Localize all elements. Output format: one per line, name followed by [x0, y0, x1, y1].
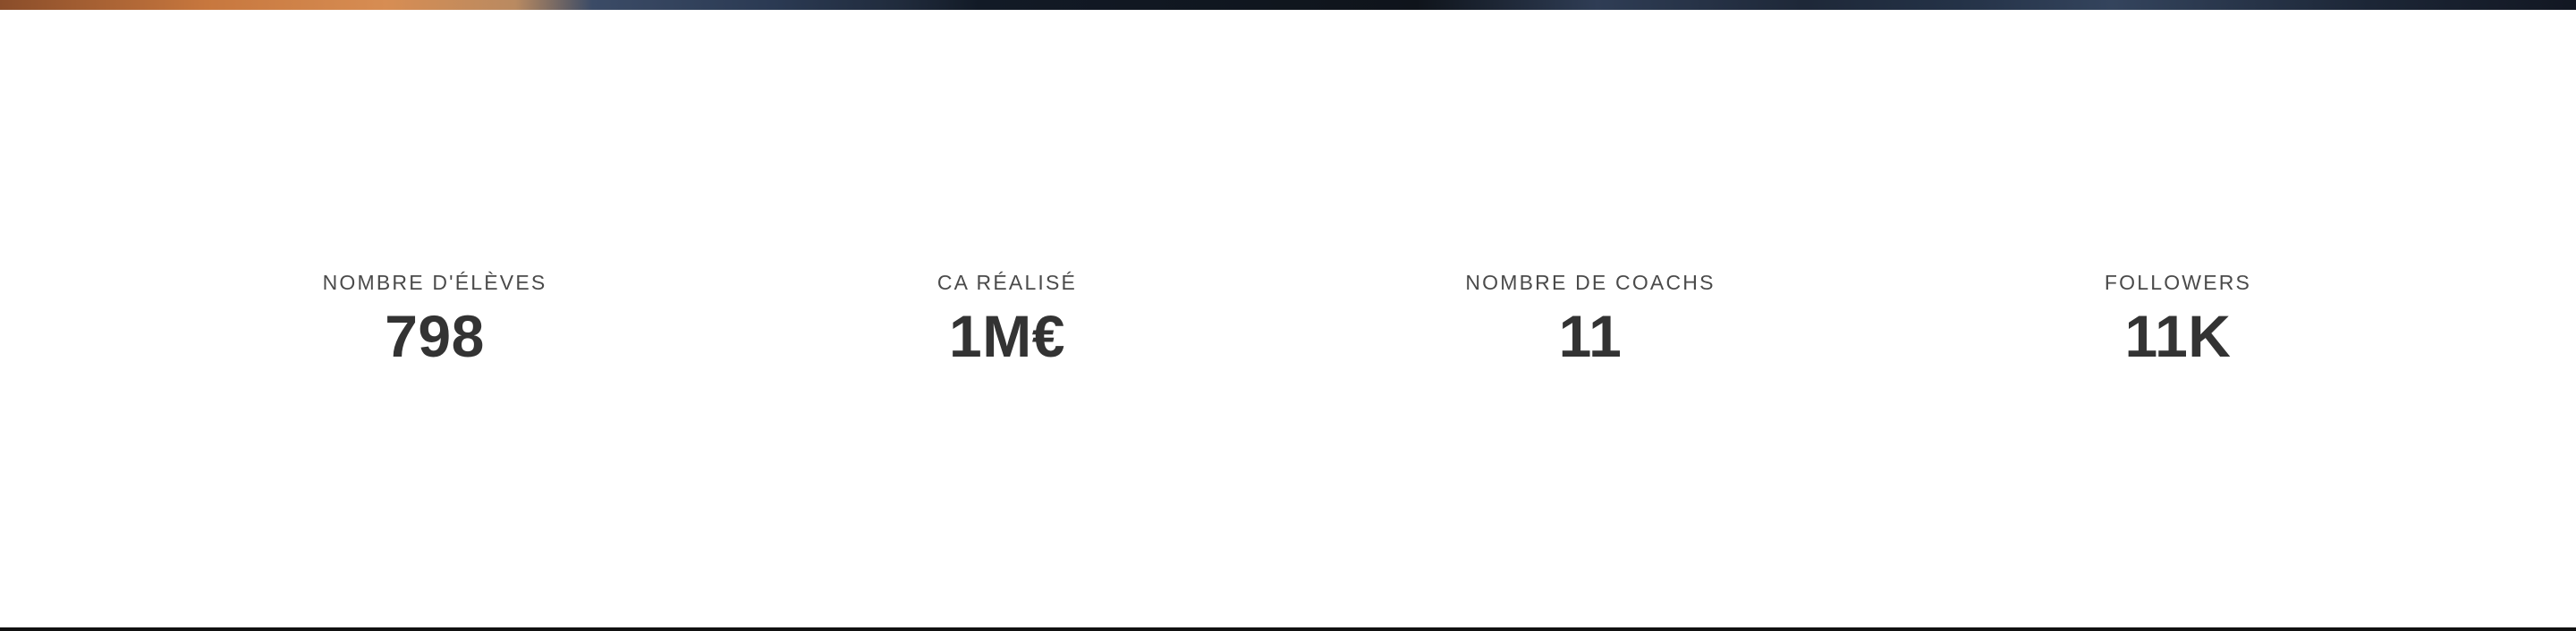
stat-label: FOLLOWERS [2104, 271, 2252, 294]
page: NOMBRE D'ÉLÈVES 798 CA RÉALISÉ 1M€ NOMBR… [0, 0, 2576, 631]
stat-students: NOMBRE D'ÉLÈVES 798 [247, 270, 623, 368]
stat-label: NOMBRE DE COACHS [1465, 271, 1716, 294]
stat-value: 11 [1558, 303, 1623, 369]
stat-coaches: NOMBRE DE COACHS 11 [1402, 270, 1778, 368]
stat-value: 1M€ [949, 303, 1065, 369]
stat-value: 11K [2124, 303, 2232, 369]
stat-revenue: CA RÉALISÉ 1M€ [819, 270, 1195, 368]
section-divider [0, 627, 2576, 631]
stat-followers: FOLLOWERS 11K [1990, 270, 2366, 368]
stat-label: CA RÉALISÉ [936, 271, 1078, 294]
stat-value: 798 [385, 303, 485, 369]
stats-section: NOMBRE D'ÉLÈVES 798 CA RÉALISÉ 1M€ NOMBR… [0, 0, 2576, 631]
stat-label: NOMBRE D'ÉLÈVES [322, 271, 547, 294]
